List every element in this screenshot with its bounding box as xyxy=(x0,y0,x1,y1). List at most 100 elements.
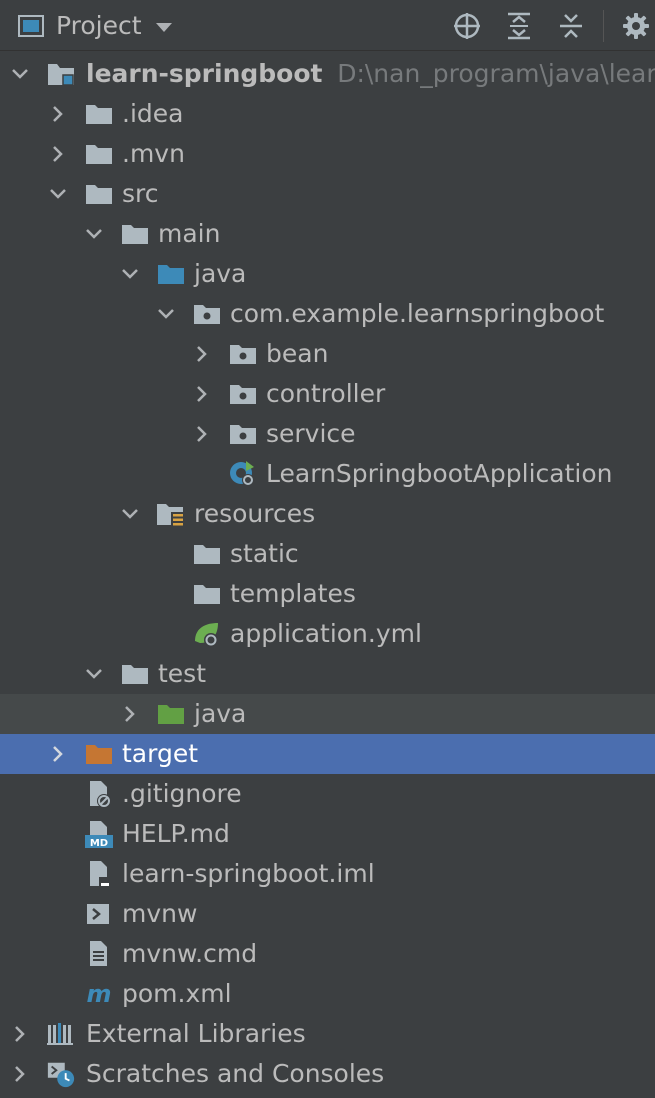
tree-item-scratches[interactable]: Scratches and Consoles xyxy=(0,1054,655,1094)
locate-button[interactable] xyxy=(452,0,482,51)
project-view-selector[interactable]: Project xyxy=(18,0,172,51)
tree-item-static[interactable]: static xyxy=(0,534,655,574)
tree-item-label: java xyxy=(194,699,247,728)
source-folder-icon xyxy=(156,254,186,294)
chevron-down-icon[interactable] xyxy=(154,294,178,334)
tree-item-label: service xyxy=(266,419,356,448)
tree-item-templates[interactable]: templates xyxy=(0,574,655,614)
tree-item-label: .idea xyxy=(122,99,184,128)
settings-icon xyxy=(623,12,649,39)
tree-item-label: templates xyxy=(230,579,356,608)
chevron-right-icon[interactable] xyxy=(118,694,142,734)
tree-item-label: java xyxy=(194,259,247,288)
tree-item-label: controller xyxy=(266,379,386,408)
tree-item-label: LearnSpringbootApplication xyxy=(266,459,613,488)
svg-text:MD: MD xyxy=(90,838,108,849)
expand-all-button[interactable] xyxy=(506,0,532,51)
tree-item-gitignore[interactable]: .gitignore xyxy=(0,774,655,814)
tree-item-label: static xyxy=(230,539,299,568)
module-file-icon xyxy=(84,854,114,894)
tree-item-resources[interactable]: resources xyxy=(0,494,655,534)
tree-item-label: .mvn xyxy=(122,139,185,168)
tree-item-idea[interactable]: .idea xyxy=(0,94,655,134)
tree-item-label: test xyxy=(158,659,207,688)
chevron-down-icon[interactable] xyxy=(118,254,142,294)
tree-item-label: resources xyxy=(194,499,316,528)
tree-item-test-java[interactable]: java xyxy=(0,694,655,734)
package-icon xyxy=(228,374,258,414)
tree-item-label: com.example.learnspringboot xyxy=(230,299,605,328)
chevron-down-icon[interactable] xyxy=(82,214,106,254)
tree-item-label: Scratches and Consoles xyxy=(86,1059,385,1088)
tree-item-mvn[interactable]: .mvn xyxy=(0,134,655,174)
tree-item-label: main xyxy=(158,219,221,248)
tree-item-service[interactable]: service xyxy=(0,414,655,454)
tree-item-test[interactable]: test xyxy=(0,654,655,694)
project-window-icon xyxy=(18,14,44,37)
chevron-right-icon[interactable] xyxy=(46,134,70,174)
collapse-all-icon xyxy=(560,13,582,38)
chevron-right-icon[interactable] xyxy=(8,1054,32,1094)
tree-item-iml[interactable]: learn-springboot.iml xyxy=(0,854,655,894)
package-icon xyxy=(192,294,222,334)
expand-all-icon xyxy=(508,12,530,39)
tree-item-package[interactable]: com.example.learnspringboot xyxy=(0,294,655,334)
tree-item-label: mvnw.cmd xyxy=(122,939,258,968)
tree-item-app-class[interactable]: LearnSpringbootApplication xyxy=(0,454,655,494)
chevron-right-icon[interactable] xyxy=(190,414,214,454)
package-icon xyxy=(228,414,258,454)
tree-item-label: learn-springboot.iml xyxy=(122,859,375,888)
collapse-all-button[interactable] xyxy=(558,0,584,51)
folder-icon xyxy=(84,94,114,134)
svg-text:m: m xyxy=(86,981,111,1007)
tree-item-root[interactable]: learn-springboot D:\nan_program\java\lea… xyxy=(0,54,655,94)
folder-icon xyxy=(192,574,222,614)
tree-item-external-libraries[interactable]: External Libraries xyxy=(0,1014,655,1054)
tree-item-label: HELP.md xyxy=(122,819,230,848)
ignore-file-icon xyxy=(84,774,114,814)
tree-item-help-md[interactable]: MD HELP.md xyxy=(0,814,655,854)
tree-item-target[interactable]: target xyxy=(0,734,655,774)
folder-icon xyxy=(120,214,150,254)
chevron-right-icon[interactable] xyxy=(190,334,214,374)
scratches-icon xyxy=(46,1054,76,1094)
tree-item-controller[interactable]: controller xyxy=(0,374,655,414)
tree-item-pom[interactable]: m pom.xml xyxy=(0,974,655,1014)
tree-item-bean[interactable]: bean xyxy=(0,334,655,374)
tree-item-label: application.yml xyxy=(230,619,422,648)
root-path: D:\nan_program\java\learn xyxy=(337,59,655,88)
chevron-down-icon[interactable] xyxy=(118,494,142,534)
tree-item-label: External Libraries xyxy=(86,1019,306,1048)
tree-item-label: src xyxy=(122,179,159,208)
chevron-down-icon[interactable] xyxy=(8,54,32,94)
chevron-down-icon xyxy=(155,22,172,32)
excluded-folder-icon xyxy=(84,734,114,774)
tree-item-application-yml[interactable]: application.yml xyxy=(0,614,655,654)
folder-icon xyxy=(120,654,150,694)
spring-boot-class-icon xyxy=(228,454,258,494)
root-name: learn-springboot xyxy=(86,59,323,88)
chevron-down-icon[interactable] xyxy=(46,174,70,214)
chevron-right-icon[interactable] xyxy=(46,734,70,774)
locate-icon xyxy=(454,12,480,39)
text-file-icon xyxy=(84,934,114,974)
resources-folder-icon xyxy=(156,494,186,534)
chevron-right-icon[interactable] xyxy=(190,374,214,414)
tree-item-main[interactable]: main xyxy=(0,214,655,254)
maven-icon: m xyxy=(84,974,114,1014)
test-folder-icon xyxy=(156,694,186,734)
tree-item-mvnw[interactable]: mvnw xyxy=(0,894,655,934)
chevron-down-icon[interactable] xyxy=(82,654,106,694)
tree-item-src[interactable]: src xyxy=(0,174,655,214)
spring-config-icon xyxy=(192,614,222,654)
chevron-right-icon[interactable] xyxy=(8,1014,32,1054)
settings-button[interactable] xyxy=(622,0,650,51)
toolbar-separator xyxy=(603,10,604,42)
tree-item-label: mvnw xyxy=(122,899,198,928)
folder-icon xyxy=(192,534,222,574)
tree-item-main-java[interactable]: java xyxy=(0,254,655,294)
chevron-right-icon[interactable] xyxy=(46,94,70,134)
library-icon xyxy=(46,1014,76,1054)
tree-item-mvnw-cmd[interactable]: mvnw.cmd xyxy=(0,934,655,974)
project-view-label: Project xyxy=(56,11,142,40)
